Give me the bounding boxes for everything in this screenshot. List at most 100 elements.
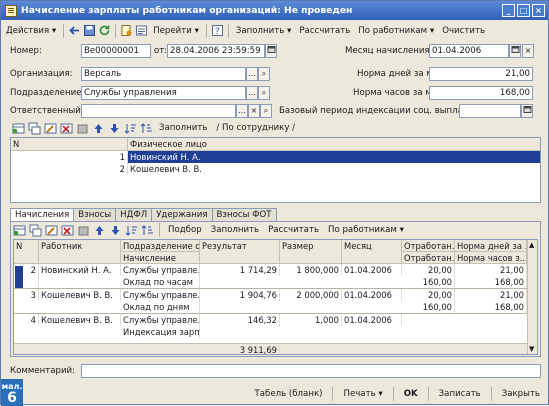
department-cell[interactable]: Службы управле...: [121, 289, 200, 301]
accrual-cell[interactable]: Оклад по часам: [121, 276, 200, 288]
result-cell[interactable]: 1 904,76: [200, 289, 280, 301]
select-button[interactable]: Подбор: [165, 223, 205, 238]
upper-fill-button[interactable]: Заполнить: [156, 121, 210, 136]
column-header-worked-hours[interactable]: Отработан...: [402, 252, 455, 264]
tab-deductions[interactable]: Удержания: [151, 208, 213, 221]
accrual-cell[interactable]: Оклад по дням: [121, 301, 200, 313]
worked-days-cell[interactable]: 20,00: [402, 289, 455, 301]
tab-fot-contributions[interactable]: Взносы ФОТ: [211, 208, 277, 221]
help-icon[interactable]: ?: [211, 24, 224, 37]
move-up-icon[interactable]: [92, 122, 105, 135]
timesheet-button[interactable]: Табель (бланк): [251, 389, 327, 399]
lower-fill-button[interactable]: Заполнить: [208, 223, 262, 238]
size-cell[interactable]: 2 000,000: [280, 289, 342, 301]
column-header-size[interactable]: Размер: [280, 240, 342, 264]
result-cell[interactable]: 1 714,29: [200, 264, 280, 276]
worked-hours-cell[interactable]: 160,00: [402, 276, 455, 288]
organization-select-button[interactable]: …: [246, 67, 258, 81]
column-header-worker[interactable]: Работник: [39, 240, 121, 264]
worker-cell[interactable]: Новинский Н. А.: [39, 264, 121, 276]
document-structure-icon[interactable]: [120, 24, 133, 37]
accrual-cell[interactable]: Индексация зарп...: [121, 326, 200, 338]
maximize-button[interactable]: □: [517, 4, 530, 17]
close-button[interactable]: ×: [532, 4, 545, 17]
movements-icon[interactable]: [135, 24, 148, 37]
column-header-result[interactable]: Результат: [200, 240, 280, 264]
move-down-icon[interactable]: [108, 122, 121, 135]
tab-ndfl[interactable]: НДФЛ: [115, 208, 153, 221]
month-cell[interactable]: 01.04.2006: [342, 314, 402, 326]
result-cell[interactable]: 146,32: [200, 314, 280, 326]
sort-desc-icon[interactable]: [140, 122, 153, 135]
date-field[interactable]: 28.04.2006 23:59:59: [167, 44, 265, 58]
column-header-norm-days[interactable]: Норма дней за ...: [455, 240, 527, 252]
copy-row-icon[interactable]: [28, 122, 41, 135]
close-form-button[interactable]: Закрыть: [498, 389, 544, 399]
responsible-select-button[interactable]: …: [236, 104, 248, 118]
index-period-field[interactable]: [459, 104, 521, 118]
save-button[interactable]: Записать: [435, 389, 485, 399]
department-cell[interactable]: Службы управле...: [121, 264, 200, 276]
size-cell[interactable]: 1,000: [280, 314, 342, 326]
copy-row-icon[interactable]: [29, 224, 42, 237]
hours-norm-field[interactable]: 168,00: [429, 86, 533, 100]
responsible-field[interactable]: [81, 104, 236, 118]
days-norm-field[interactable]: 21,00: [429, 67, 533, 81]
responsible-search-icon[interactable]: ⌕: [260, 104, 272, 118]
norm-days-cell[interactable]: 21,00: [455, 289, 527, 301]
number-field[interactable]: Ве00000001: [81, 44, 151, 58]
minimize-button[interactable]: _: [502, 4, 515, 17]
edit-row-icon[interactable]: [45, 224, 58, 237]
tab-contributions[interactable]: Взносы: [73, 208, 117, 221]
column-header-norm-hours[interactable]: Норма часов з...: [455, 252, 527, 264]
worker-cell[interactable]: Кошелевич В. В.: [39, 289, 121, 301]
move-down-icon[interactable]: [109, 224, 122, 237]
column-header-n[interactable]: N: [11, 138, 128, 151]
edit-row-icon[interactable]: [44, 122, 57, 135]
norm-days-cell[interactable]: 21,00: [455, 264, 527, 276]
end-edit-icon[interactable]: [77, 224, 90, 237]
size-cell[interactable]: 1 800,000: [280, 264, 342, 276]
add-row-icon[interactable]: [12, 122, 25, 135]
vertical-scrollbar[interactable]: ▲ ▼: [527, 240, 537, 354]
department-field[interactable]: Службы управления: [81, 86, 246, 100]
month-cell[interactable]: 01.04.2006: [342, 264, 402, 276]
worker-cell[interactable]: Кошелевич В. В.: [39, 314, 121, 326]
department-search-icon[interactable]: ⌕: [258, 86, 270, 100]
organization-search-icon[interactable]: ⌕: [258, 67, 270, 81]
worked-days-cell[interactable]: 20,00: [402, 264, 455, 276]
norm-hours-cell[interactable]: 168,00: [455, 276, 527, 288]
by-employee-button[interactable]: / По сотруднику /: [213, 121, 298, 136]
comment-field[interactable]: [81, 364, 541, 378]
index-period-calendar-button[interactable]: [521, 104, 533, 118]
sort-asc-icon[interactable]: [125, 224, 138, 237]
month-field[interactable]: 01.04.2006: [429, 44, 509, 58]
norm-hours-cell[interactable]: 168,00: [455, 301, 527, 313]
add-row-icon[interactable]: [13, 224, 26, 237]
scroll-down-icon[interactable]: ▼: [529, 345, 534, 353]
fill-menu[interactable]: Заполнить ▾: [233, 23, 294, 38]
ok-button[interactable]: OK: [400, 389, 422, 399]
column-header-person[interactable]: Физическое лицо: [128, 138, 540, 151]
actions-menu[interactable]: Действия ▾: [3, 23, 59, 38]
calendar-button[interactable]: [265, 44, 277, 58]
department-select-button[interactable]: …: [246, 86, 258, 100]
organization-field[interactable]: Версаль: [81, 67, 246, 81]
worked-hours-cell[interactable]: 160,00: [402, 301, 455, 313]
sort-asc-icon[interactable]: [124, 122, 137, 135]
print-menu[interactable]: Печать ▾: [339, 389, 386, 399]
goto-menu[interactable]: Перейти ▾: [150, 23, 202, 38]
by-workers-menu[interactable]: По работникам ▾: [355, 23, 437, 38]
move-up-icon[interactable]: [93, 224, 106, 237]
month-clear-button[interactable]: ×: [522, 44, 534, 58]
column-header-department[interactable]: Подразделение о...: [121, 240, 200, 252]
tab-accruals[interactable]: Начисления: [10, 208, 75, 222]
lower-calculate-button[interactable]: Рассчитать: [265, 223, 322, 238]
column-header-worked-days[interactable]: Отработан...: [402, 240, 455, 252]
month-calendar-button[interactable]: [509, 44, 521, 58]
column-header-n[interactable]: N: [14, 240, 39, 264]
person-cell[interactable]: Новинский Н. А.: [128, 151, 540, 163]
save-icon[interactable]: [83, 24, 96, 37]
department-cell[interactable]: Службы управле...: [121, 314, 200, 326]
end-edit-icon[interactable]: [76, 122, 89, 135]
